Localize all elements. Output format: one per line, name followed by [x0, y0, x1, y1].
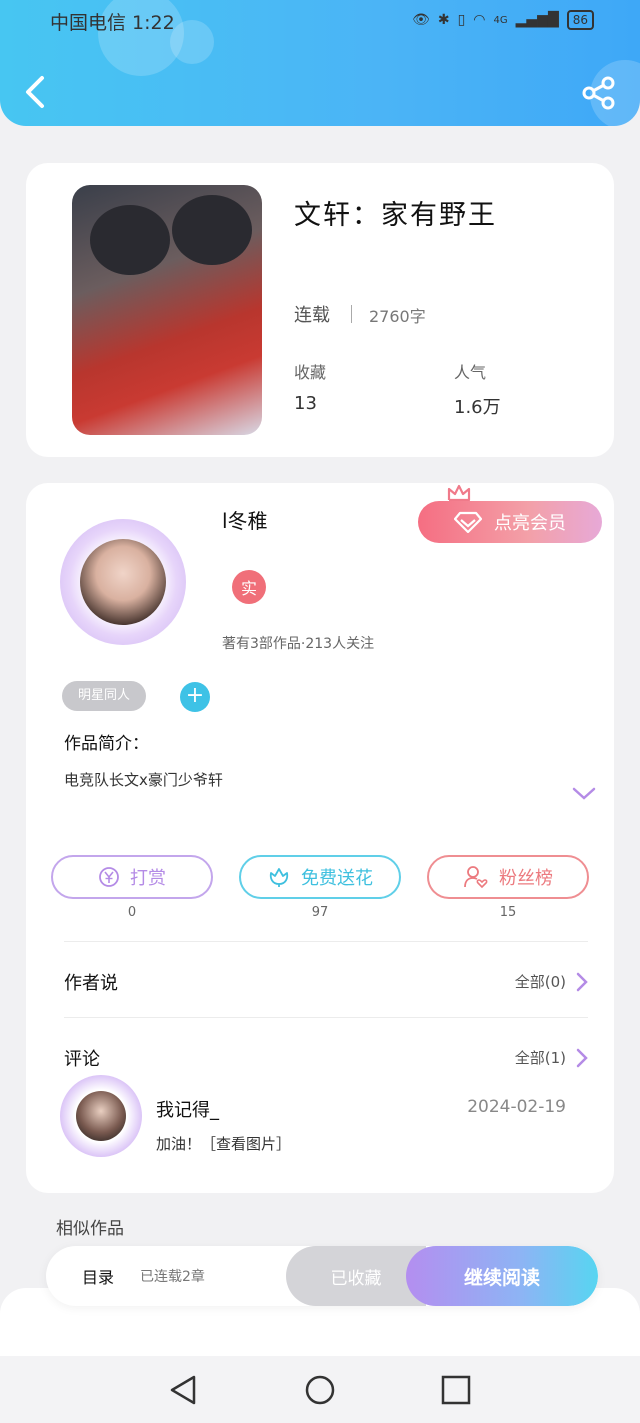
author-avatar[interactable] — [60, 519, 186, 645]
word-count: 2760字 — [369, 307, 426, 326]
signal-icon: ▂▄▆█ — [515, 12, 559, 28]
divider — [351, 305, 352, 323]
comment-date: 2024-02-19 — [467, 1097, 566, 1117]
comments-more[interactable]: 全部(1) — [515, 1047, 588, 1068]
cover-figure — [172, 195, 252, 265]
vip-label: 点亮会员 — [494, 513, 566, 534]
network-label: 4G — [493, 14, 508, 26]
diamond-icon — [454, 511, 482, 533]
intro-text: 电竞队长文x豪门少爷轩 — [64, 771, 223, 789]
share-icon[interactable] — [582, 76, 616, 110]
popularity-value: 1.6万 — [454, 397, 501, 418]
fan-ranking-button[interactable]: 粉丝榜 — [427, 855, 589, 899]
continue-reading-label: 继续阅读 — [463, 1266, 540, 1289]
back-icon[interactable] — [22, 74, 52, 110]
battery-indicator: 86 — [566, 10, 594, 30]
divider — [64, 1017, 588, 1018]
decor-bubble — [170, 20, 214, 64]
fan-ranking-label: 粉丝榜 — [499, 868, 553, 889]
comments-title: 评论 — [64, 1049, 100, 1070]
yen-icon — [99, 867, 119, 887]
nav-back-icon[interactable] — [166, 1372, 202, 1408]
add-tag-button[interactable]: + — [180, 682, 210, 712]
status-icons: 👁 ✱ ▯ ◠ 4G ▂▄▆█ 86 — [412, 10, 594, 30]
chevron-right-icon — [576, 972, 588, 991]
flower-icon — [269, 868, 289, 887]
author-name[interactable]: l冬稚 — [222, 505, 268, 534]
divider — [64, 941, 588, 942]
tip-count: 0 — [127, 905, 137, 920]
vibrate-icon: ▯ — [457, 12, 466, 28]
verified-badge: 实 — [232, 570, 266, 604]
popularity-label: 人气 — [454, 363, 487, 382]
book-status: 连载 — [294, 305, 330, 326]
intro-title: 作品简介： — [64, 734, 149, 754]
collected-button[interactable]: 已收藏 — [286, 1246, 426, 1306]
crown-icon — [447, 484, 471, 502]
book-info-card: 文轩：家有野王 连载 2760字 收藏 13 人气 1.6万 — [26, 163, 614, 457]
fan-count: 15 — [499, 905, 517, 920]
author-says-more-label: 全部(0) — [514, 973, 566, 991]
status-time: 中国电信 1:22 — [50, 12, 175, 34]
commenter-avatar[interactable] — [60, 1075, 142, 1157]
book-title: 文轩：家有野王 — [294, 200, 497, 231]
chevron-right-icon — [576, 1048, 588, 1067]
avatar-image — [80, 539, 166, 625]
favorites-label: 收藏 — [294, 363, 327, 382]
nav-home-icon[interactable] — [302, 1372, 338, 1408]
wifi-icon: ◠ — [473, 12, 486, 28]
flower-count: 97 — [311, 905, 329, 920]
send-flower-label: 免费送花 — [301, 868, 373, 889]
similar-works-title: 相似作品 — [56, 1219, 124, 1239]
eye-icon: 👁 — [412, 12, 430, 28]
author-card: l冬稚 点亮会员 实 著有3部作品·213人关注 明星同人 + 作品简介： 电竞… — [26, 483, 614, 1193]
send-flower-button[interactable]: 免费送花 — [239, 855, 401, 899]
collected-label: 已收藏 — [330, 1268, 382, 1289]
fan-icon — [464, 866, 488, 889]
cover-figure — [90, 205, 170, 275]
book-cover[interactable] — [72, 185, 262, 435]
reader-bar: 目录 已连载2章 已收藏 继续阅读 — [46, 1246, 598, 1306]
comment-text[interactable]: 加油！［查看图片］ — [156, 1133, 291, 1154]
header: 中国电信 1:22 👁 ✱ ▯ ◠ 4G ▂▄▆█ 86 — [0, 0, 640, 126]
vip-button[interactable]: 点亮会员 — [418, 501, 602, 543]
comments-more-label: 全部(1) — [514, 1049, 566, 1067]
system-navbar — [0, 1356, 640, 1423]
genre-tag[interactable]: 明星同人 — [62, 681, 147, 711]
avatar-image — [76, 1091, 126, 1141]
chevron-down-icon[interactable] — [572, 787, 596, 801]
continue-reading-button[interactable]: 继续阅读 — [406, 1246, 598, 1306]
tip-label: 打赏 — [130, 868, 166, 889]
toc-button[interactable]: 目录 — [82, 1264, 114, 1288]
author-stats: 著有3部作品·213人关注 — [222, 636, 375, 652]
commenter-name[interactable]: 我记得_ — [156, 1096, 219, 1122]
author-says-more[interactable]: 全部(0) — [515, 971, 588, 992]
bluetooth-icon: ✱ — [437, 12, 450, 28]
author-says-title: 作者说 — [64, 973, 118, 994]
favorites-value: 13 — [294, 393, 317, 414]
nav-recents-icon[interactable] — [438, 1372, 474, 1408]
chapter-count: 已连载2章 — [140, 1269, 205, 1285]
tip-button[interactable]: 打赏 — [51, 855, 213, 899]
